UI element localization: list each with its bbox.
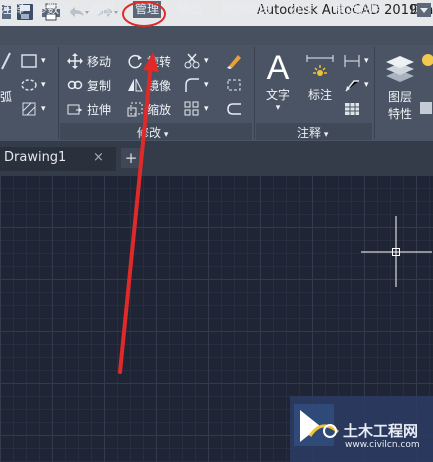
stretch-icon [66,100,84,118]
mirror-tool[interactable]: 镜像 [126,76,171,94]
mirror-icon [126,76,144,94]
tab-view[interactable]: 视图 [90,1,114,18]
copy-icon [66,76,84,94]
explode-icon [225,76,243,94]
panel-divider [254,47,255,139]
array-tool[interactable]: ▾ [183,100,209,118]
offset-icon [225,100,243,118]
copy-label: 复制 [87,78,112,93]
trim-scissors-icon [183,52,201,70]
tab-annotate[interactable]: 注释 [0,1,24,18]
tab-collaborate[interactable]: 协作 [289,1,313,18]
tab-drawing1-label[interactable]: Drawing1 [4,150,66,165]
table-icon [343,100,361,118]
scale-tool[interactable]: 缩放 [126,100,171,118]
more-tabs-icon[interactable] [416,2,432,19]
tab-addins[interactable]: 附加模块 [222,1,270,18]
panel-divider [374,47,375,139]
layer-state-icon[interactable] [418,100,433,116]
move-label: 移动 [87,54,112,69]
linear-dimension-tool[interactable]: ▾ [343,52,369,70]
text-a-icon: A [266,49,290,87]
tab-output[interactable]: 输出 [178,1,202,18]
table-tool[interactable] [343,100,364,118]
dimension-label: 标注 [307,88,332,102]
explode-tool[interactable] [225,76,246,94]
linear-dim-icon [343,52,361,70]
rectangle-tool[interactable]: ▾ [20,52,46,70]
mirror-label: 镜像 [147,78,172,93]
circle-icon [20,76,38,94]
circle-tool[interactable]: ▾ [20,76,46,94]
text-label: 文字 [265,88,290,102]
array-icon [183,100,201,118]
line-tool[interactable] [0,51,12,71]
offset-tool[interactable] [225,100,246,118]
stretch-label: 拉伸 [87,102,112,117]
layer-properties-label-2: 特性 [387,107,412,121]
erase-tool[interactable] [225,52,246,70]
tab-parametric[interactable]: 参数化 [35,1,71,18]
dimension-tool[interactable]: 标注 [304,54,336,103]
fillet-icon [183,76,201,94]
dimension-icon [304,54,336,86]
tab-manage[interactable]: 管理 [133,1,162,18]
leader-icon [343,76,361,94]
new-tab-button[interactable]: + [121,148,141,168]
rotate-label: 旋转 [147,54,172,69]
move-tool[interactable]: 移动 [66,52,111,70]
close-tab-icon[interactable]: × [93,150,104,165]
layer-stack-icon [380,50,420,88]
layer-properties-tool[interactable]: 图层 特性 [380,50,420,122]
layer-light-icon[interactable] [418,52,433,70]
rectangle-icon [20,52,38,70]
rotate-icon [126,52,144,70]
copy-tool[interactable]: 复制 [66,76,111,94]
ribbon-tab-bar [0,26,433,45]
eraser-icon [225,52,243,70]
hatch-icon [20,100,38,118]
watermark-name: 土木工程网 [343,422,419,440]
leader-tool[interactable]: ▾ [343,76,369,94]
scale-icon [126,100,144,118]
hatch-tool[interactable]: ▾ [20,100,46,118]
watermark-url: www.civilcn.com [345,440,420,450]
modify-panel-title[interactable]: 修改 ▾ [137,124,168,141]
move-icon [66,52,84,70]
tab-featured-apps[interactable]: 精选应用 [334,1,382,18]
stretch-tool[interactable]: 拉伸 [66,100,111,118]
text-tool[interactable]: A 文字 ▾ [262,50,294,113]
trim-tool[interactable]: ▾ [183,52,209,70]
panel-divider [58,47,59,139]
fillet-tool[interactable]: ▾ [183,76,209,94]
arc-tool-label[interactable]: 弧 [0,88,12,105]
rotate-tool[interactable]: 旋转 [126,52,171,70]
scale-label: 缩放 [147,102,172,117]
annotation-panel-title[interactable]: 注释 ▾ [297,124,328,141]
layer-properties-label-1: 图层 [387,90,412,104]
